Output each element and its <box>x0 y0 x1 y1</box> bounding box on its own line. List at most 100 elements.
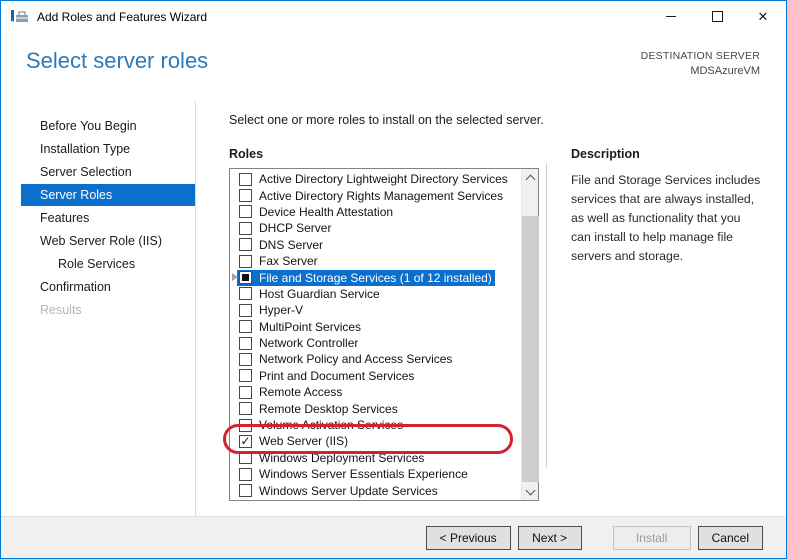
wizard-toolbox-icon <box>11 9 28 22</box>
sidebar-item-results: Results <box>40 303 82 317</box>
role-label: Windows Server Update Services <box>259 483 438 498</box>
role-row-file-and-storage-services-1-of-12-installed[interactable]: File and Storage Services (1 of 12 insta… <box>230 269 521 286</box>
role-row-volume-activation-services[interactable]: Volume Activation Services <box>230 417 521 433</box>
sidebar-item-features[interactable]: Features <box>21 207 195 229</box>
checkbox-unchecked[interactable] <box>239 336 252 350</box>
checkbox-unchecked[interactable] <box>239 254 252 268</box>
checkbox-unchecked[interactable] <box>239 418 252 432</box>
checkbox-unchecked[interactable] <box>239 287 252 301</box>
window-title: Add Roles and Features Wizard <box>37 9 208 24</box>
role-row-windows-server-update-services[interactable]: Windows Server Update Services <box>230 482 521 498</box>
description-text: File and Storage Services includes servi… <box>571 173 761 263</box>
instruction-text: Select one or more roles to install on t… <box>229 113 544 127</box>
role-label: Device Health Attestation <box>259 204 394 219</box>
role-label: Network Controller <box>259 336 359 351</box>
role-row-dns-server[interactable]: DNS Server <box>230 237 521 253</box>
page-title: Select server roles <box>26 48 209 73</box>
role-row-remote-desktop-services[interactable]: Remote Desktop Services <box>230 400 521 416</box>
previous-button[interactable]: < Previous <box>425 525 511 550</box>
next-button[interactable]: Next > <box>517 525 582 550</box>
role-row-remote-access[interactable]: Remote Access <box>230 384 521 400</box>
checkmark-icon: ✓ <box>240 433 251 448</box>
checkbox-unchecked[interactable] <box>239 352 252 366</box>
roles-listbox-rows: Active Directory Lightweight Directory S… <box>223 171 521 499</box>
role-label: Hyper-V <box>259 303 304 318</box>
role-label: Windows Deployment Services <box>259 450 425 465</box>
checkbox-unchecked[interactable] <box>239 451 252 465</box>
checkbox-unchecked[interactable] <box>239 320 252 334</box>
sidebar-item-confirmation[interactable]: Confirmation <box>21 276 195 298</box>
wizard-header: Select server roles DESTINATION SERVER M… <box>1 32 786 101</box>
role-row-active-directory-rights-management-services[interactable]: Active Directory Rights Management Servi… <box>230 187 521 203</box>
role-label: Network Policy and Access Services <box>259 352 453 367</box>
checkbox-unchecked[interactable] <box>239 172 252 186</box>
content-pane: Select one or more roles to install on t… <box>196 101 786 516</box>
expander-icon[interactable] <box>232 273 238 282</box>
wizard-nav: Before You Begin Installation Type Server … <box>1 101 196 516</box>
checkbox-unchecked[interactable] <box>239 205 252 219</box>
checkbox-indeterminate[interactable] <box>239 271 252 285</box>
description-divider <box>546 163 547 468</box>
destination-server-block: DESTINATION SERVER MDSAzureVM <box>641 49 760 79</box>
checkbox-unchecked[interactable] <box>239 189 252 203</box>
role-row-multipoint-services[interactable]: MultiPoint Services <box>230 319 521 335</box>
title-bar: Add Roles and Features Wizard ✕ <box>1 1 786 32</box>
role-label: Active Directory Rights Management Servi… <box>259 188 504 203</box>
minimize-button[interactable] <box>648 1 694 32</box>
roles-listbox: Active Directory Lightweight Directory S… <box>223 168 539 501</box>
roles-scrollbar[interactable] <box>521 169 539 500</box>
checkbox-unchecked[interactable] <box>239 303 252 317</box>
role-row-active-directory-lightweight-directory-services[interactable]: Active Directory Lightweight Directory S… <box>230 171 521 187</box>
chevron-down-icon <box>525 485 536 495</box>
role-row-network-policy-and-access-services[interactable]: Network Policy and Access Services <box>230 351 521 367</box>
wizard-window: Add Roles and Features Wizard ✕ Select s… <box>0 0 787 559</box>
chevron-up-icon <box>525 174 536 184</box>
checkbox-unchecked[interactable] <box>239 467 252 481</box>
checkbox-unchecked[interactable] <box>239 402 252 416</box>
role-row-network-controller[interactable]: Network Controller <box>230 335 521 351</box>
checkbox-unchecked[interactable] <box>239 484 252 498</box>
role-row-device-health-attestation[interactable]: Device Health Attestation <box>230 204 521 220</box>
role-label: Host Guardian Service <box>259 286 380 301</box>
checkbox-checked[interactable]: ✓ <box>239 433 252 448</box>
sidebar-item-role-services[interactable]: Role Services <box>21 253 195 275</box>
role-row-host-guardian-service[interactable]: Host Guardian Service <box>230 286 521 302</box>
sidebar-item-before-you-begin[interactable]: Before You Begin <box>21 115 195 137</box>
scroll-down-button[interactable] <box>522 483 539 500</box>
role-label: Active Directory Lightweight Directory S… <box>259 172 508 187</box>
role-row-hyper-v[interactable]: Hyper-V <box>230 302 521 318</box>
role-row-web-server-iis[interactable]: ✓ Web Server (IIS) <box>223 424 521 455</box>
destination-server-name: MDSAzureVM <box>690 65 760 77</box>
maximize-button[interactable] <box>694 1 740 32</box>
sidebar-item-server-selection[interactable]: Server Selection <box>21 161 195 183</box>
role-label: DNS Server <box>259 237 324 252</box>
checkbox-unchecked[interactable] <box>239 369 252 383</box>
role-row-fax-server[interactable]: Fax Server <box>230 253 521 269</box>
role-label: Remote Desktop Services <box>259 401 398 416</box>
install-button[interactable]: Install <box>612 525 691 550</box>
roles-label: Roles <box>229 147 264 161</box>
role-label: Print and Document Services <box>259 368 415 383</box>
role-row-print-and-document-services[interactable]: Print and Document Services <box>230 368 521 384</box>
sidebar-item-installation-type[interactable]: Installation Type <box>21 138 195 160</box>
minimize-icon <box>666 16 676 17</box>
footer-bar: < Previous Next > Install Cancel <box>1 516 786 558</box>
role-row-windows-deployment-services[interactable]: Windows Deployment Services <box>230 450 521 466</box>
role-row-dhcp-server[interactable]: DHCP Server <box>230 220 521 236</box>
indeterminate-mark <box>242 274 249 282</box>
destination-server-label: DESTINATION SERVER <box>640 50 760 62</box>
checkbox-unchecked[interactable] <box>239 238 252 252</box>
cancel-button[interactable]: Cancel <box>697 525 763 550</box>
close-button[interactable]: ✕ <box>740 1 786 32</box>
wizard-body: Before You Begin Installation Type Server … <box>1 101 786 516</box>
checkbox-unchecked[interactable] <box>239 221 252 235</box>
scrollbar-thumb[interactable] <box>522 216 539 482</box>
role-label: Volume Activation Services <box>259 418 404 433</box>
role-label: DHCP Server <box>259 221 332 236</box>
checkbox-unchecked[interactable] <box>239 385 252 399</box>
sidebar-item-web-server-role-iis[interactable]: Web Server Role (IIS) <box>21 230 195 252</box>
sidebar-item-server-roles[interactable]: Server Roles <box>21 184 195 206</box>
role-label: Web Server (IIS) <box>259 434 349 449</box>
role-row-windows-server-essentials-experience[interactable]: Windows Server Essentials Experience <box>230 466 521 482</box>
scroll-up-button[interactable] <box>522 169 539 186</box>
